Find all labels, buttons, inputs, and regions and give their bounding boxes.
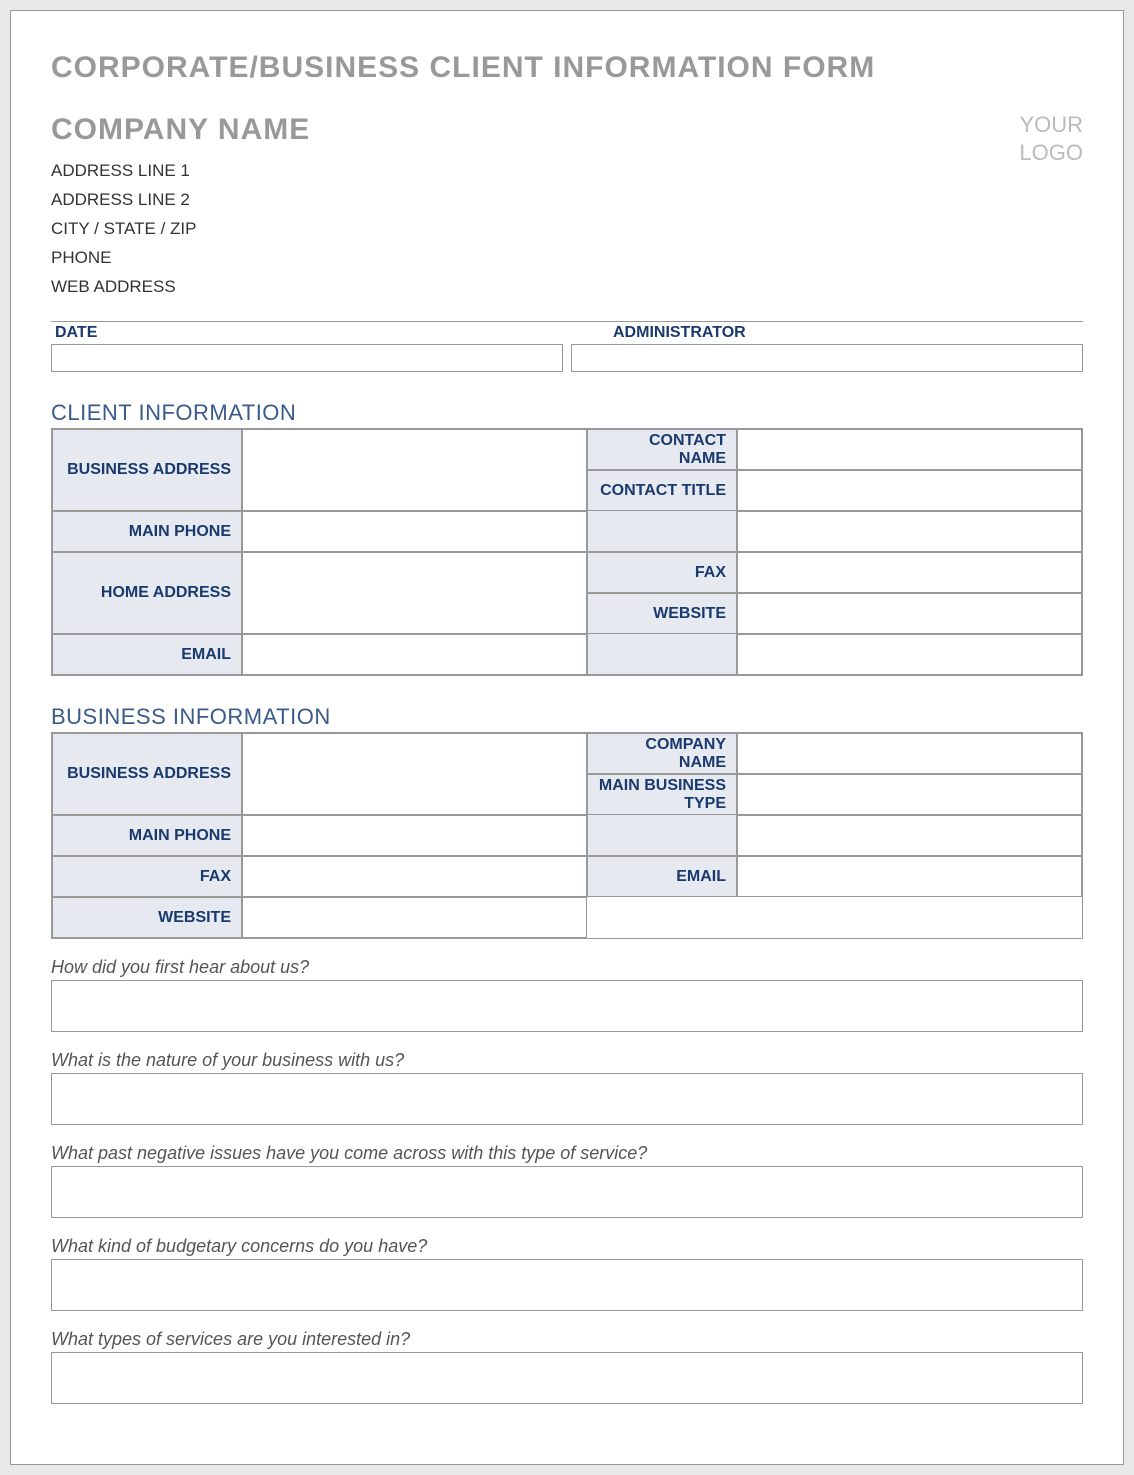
biz-website-input[interactable] [242,897,587,938]
biz-main-phone-label: MAIN PHONE [52,815,242,856]
home-address-label: HOME ADDRESS [52,552,242,634]
biz-email-input[interactable] [737,856,1082,897]
contact-name-input[interactable] [737,429,1082,470]
empty-cell-2 [737,897,1082,938]
client-info-heading: CLIENT INFORMATION [51,400,1083,429]
business-address-label: BUSINESS ADDRESS [52,429,242,511]
question-2-input[interactable] [51,1073,1083,1125]
form-title: CORPORATE/BUSINESS CLIENT INFORMATION FO… [51,51,1083,85]
business-info-grid: COMPANY NAME BUSINESS ADDRESS MAIN BUSIN… [51,733,1083,939]
biz-business-address-input-1[interactable] [242,733,587,815]
question-5-label: What types of services are you intereste… [51,1329,1083,1352]
home-address-input-2[interactable] [737,634,1082,675]
client-info-grid: CONTACT NAME BUSINESS ADDRESS CONTACT TI… [51,429,1083,676]
client-website-label: WEBSITE [587,593,737,634]
biz-fax-input[interactable] [242,856,587,897]
client-main-phone-label: MAIN PHONE [52,511,242,552]
question-3-input[interactable] [51,1166,1083,1218]
question-3-label: What past negative issues have you come … [51,1143,1083,1166]
company-name: COMPANY NAME [51,113,310,147]
home-address-input-1[interactable] [242,552,587,634]
question-1-block: How did you first hear about us? [51,957,1083,1032]
date-label: DATE [51,322,563,344]
business-address-input-2[interactable] [737,511,1082,552]
question-4-block: What kind of budgetary concerns do you h… [51,1236,1083,1311]
biz-main-business-type-input[interactable] [737,774,1082,815]
logo-line1: YOUR [1019,111,1083,139]
business-address-input-1[interactable] [242,429,587,511]
biz-business-address-label-2 [587,815,737,856]
biz-email-label: EMAIL [587,856,737,897]
company-address1: ADDRESS LINE 1 [51,157,310,186]
logo-line2: LOGO [1019,139,1083,167]
question-5-input[interactable] [51,1352,1083,1404]
contact-name-label: CONTACT NAME [587,429,737,470]
home-address-label-2 [587,634,737,675]
company-web: WEB ADDRESS [51,273,310,302]
company-address2: ADDRESS LINE 2 [51,186,310,215]
biz-website-label: WEBSITE [52,897,242,938]
question-4-input[interactable] [51,1259,1083,1311]
biz-business-address-label: BUSINESS ADDRESS [52,733,242,815]
date-admin-row: DATE ADMINISTRATOR [51,321,1083,372]
question-2-label: What is the nature of your business with… [51,1050,1083,1073]
biz-company-name-label: COMPANY NAME [587,733,737,774]
business-address-label-2 [587,511,737,552]
administrator-label: ADMINISTRATOR [571,322,1083,344]
contact-title-input[interactable] [737,470,1082,511]
biz-main-business-type-label: MAIN BUSINESS TYPE [587,774,737,815]
administrator-input[interactable] [571,344,1083,372]
client-website-input[interactable] [737,593,1082,634]
empty-cell [587,897,737,938]
company-block: COMPANY NAME ADDRESS LINE 1 ADDRESS LINE… [51,113,310,301]
question-4-label: What kind of budgetary concerns do you h… [51,1236,1083,1259]
date-input[interactable] [51,344,563,372]
business-info-heading: BUSINESS INFORMATION [51,704,1083,733]
client-email-label: EMAIL [52,634,242,675]
biz-business-address-input-2[interactable] [737,815,1082,856]
client-email-input[interactable] [242,634,587,675]
biz-main-phone-input[interactable] [242,815,587,856]
biz-company-name-input[interactable] [737,733,1082,774]
company-phone: PHONE [51,244,310,273]
client-main-phone-input[interactable] [242,511,587,552]
form-page: CORPORATE/BUSINESS CLIENT INFORMATION FO… [10,10,1124,1465]
company-city-state-zip: CITY / STATE / ZIP [51,215,310,244]
question-3-block: What past negative issues have you come … [51,1143,1083,1218]
question-2-block: What is the nature of your business with… [51,1050,1083,1125]
question-5-block: What types of services are you intereste… [51,1329,1083,1404]
contact-title-label: CONTACT TITLE [587,470,737,511]
header-row: COMPANY NAME ADDRESS LINE 1 ADDRESS LINE… [51,113,1083,301]
biz-fax-label: FAX [52,856,242,897]
question-1-input[interactable] [51,980,1083,1032]
logo-placeholder: YOUR LOGO [1019,111,1083,166]
question-1-label: How did you first hear about us? [51,957,1083,980]
client-fax-label: FAX [587,552,737,593]
client-fax-input[interactable] [737,552,1082,593]
